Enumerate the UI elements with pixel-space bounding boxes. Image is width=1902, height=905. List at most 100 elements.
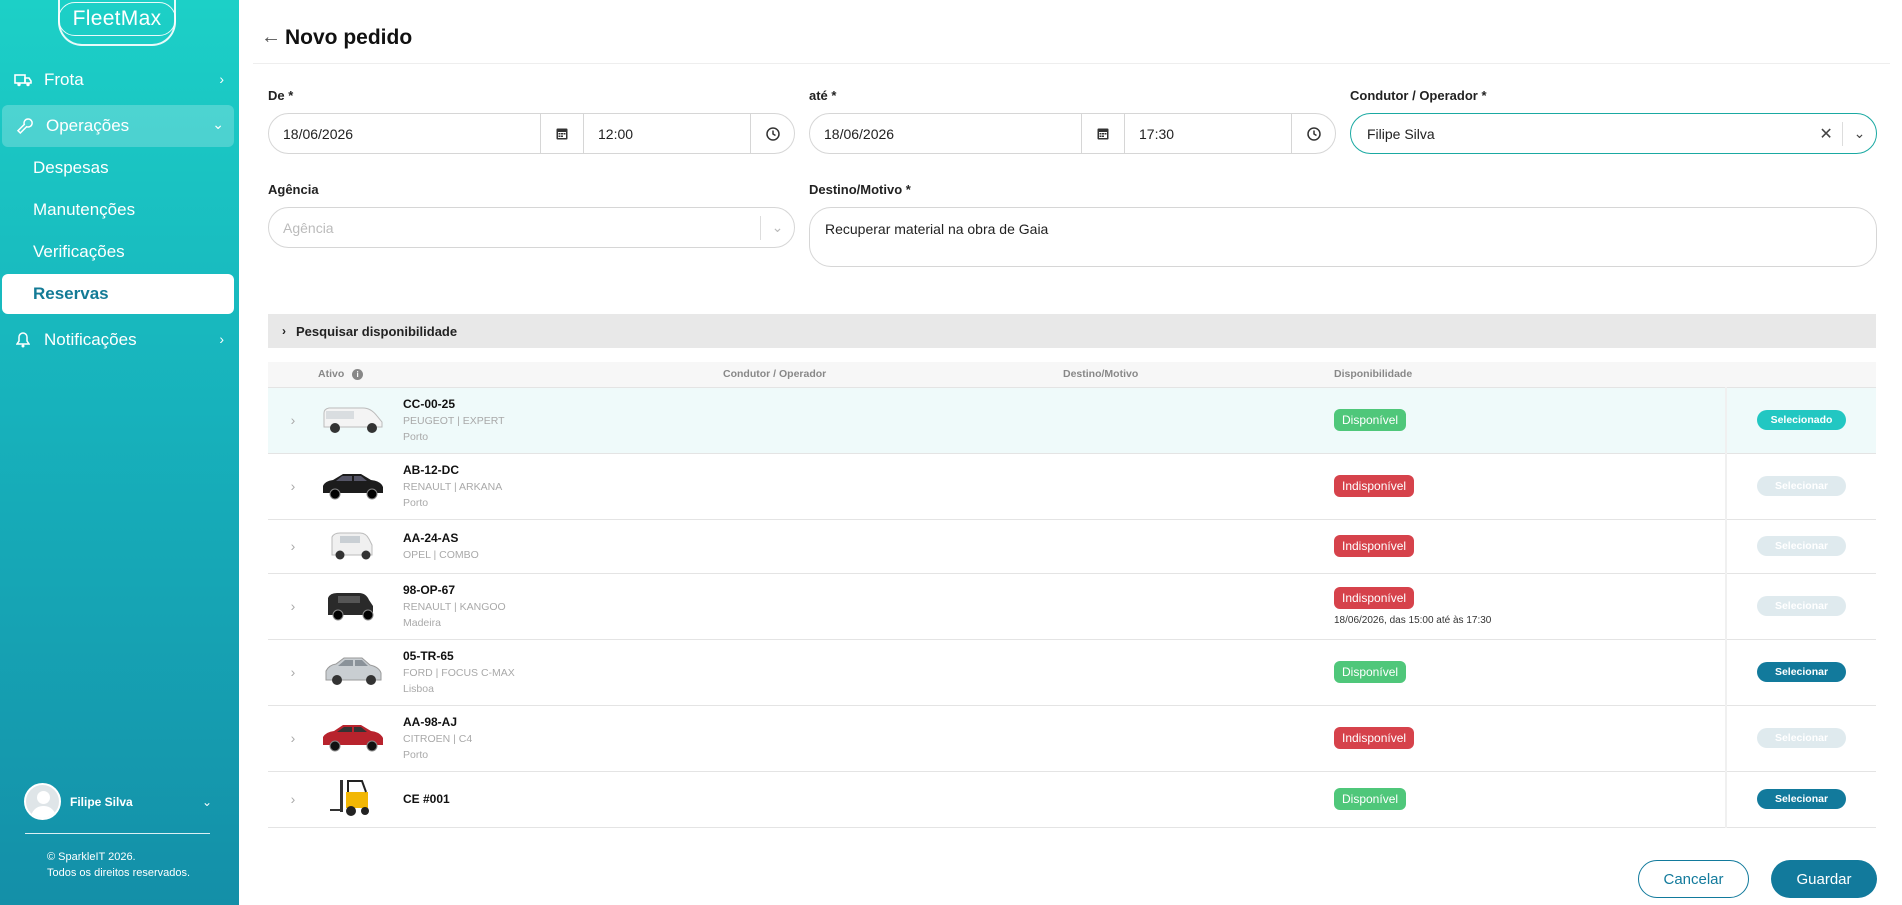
table-header-row: Ativo i Condutor / Operador Destino/Moti… [268,362,1876,387]
chevron-right-icon[interactable]: › [268,572,318,639]
availability-cell: Indisponível [1334,704,1726,771]
calendar-icon[interactable] [540,114,584,153]
save-button[interactable]: Guardar [1771,860,1877,898]
nav-frota[interactable]: Frota › [0,59,234,101]
table-row[interactable]: › 05-TR-65 FORD | FOCUS C-MAX Lisboa Dis… [268,638,1876,705]
to-datetime-field[interactable]: 18/06/2026 17:30 [809,113,1336,154]
chevron-right-icon[interactable]: › [268,770,318,827]
asset-plate: AA-24-AS [403,531,459,545]
column-header-destination: Destino/Motivo [1063,362,1334,387]
chevron-right-icon[interactable]: › [268,704,318,771]
sidebar-item-reservas[interactable]: Reservas [2,274,234,314]
table-row[interactable]: › 98-OP-67 RENAULT | KANGOO Madeira Indi… [268,572,1876,639]
destination-textarea[interactable]: Recuperar material na obra de Gaia [809,207,1877,267]
to-time-input[interactable]: 17:30 [1125,114,1291,153]
select-button[interactable]: Selecionar [1757,596,1846,616]
truck-icon [14,71,32,89]
clock-icon[interactable] [750,114,794,153]
avatar [24,783,61,820]
chevron-down-icon[interactable]: ⌄ [760,215,794,240]
asset-plate: CE #001 [403,792,450,806]
asset-info: 98-OP-67 RENAULT | KANGOO Madeira [403,572,723,639]
asset-info: AA-24-AS OPEL | COMBO [403,518,723,573]
asset-plate: 05-TR-65 [403,649,454,663]
from-datetime-field[interactable]: 18/06/2026 12:00 [268,113,795,154]
destination-value: Recuperar material na obra de Gaia [825,221,1049,237]
page-title: Novo pedido [285,26,413,49]
asset-model: PEUGEOT | EXPERT [403,415,505,427]
availability-cell: Indisponível [1334,452,1726,519]
nav-label: Frota [44,70,84,89]
vehicle-image [318,518,403,573]
user-name: Filipe Silva [70,794,133,809]
calendar-icon[interactable] [1081,114,1125,153]
select-button[interactable]: Selecionar [1757,662,1846,682]
clock-icon[interactable] [1291,114,1335,153]
status-badge: Indisponível [1334,727,1415,749]
asset-model: RENAULT | ARKANA [403,481,503,493]
driver-select[interactable]: Filipe Silva ✕ ⌄ [1350,113,1877,154]
from-time-input[interactable]: 12:00 [584,114,750,153]
chevron-down-icon[interactable]: ⌄ [1842,121,1876,146]
table-row[interactable]: › CC-00-25 PEUGEOT | EXPERT Porto Dispon… [268,386,1876,453]
cancel-button[interactable]: Cancelar [1638,860,1749,898]
forklift-image [318,770,403,827]
availability-cell: Disponível [1334,770,1726,827]
select-button[interactable]: Selecionado [1757,410,1846,430]
search-availability-toggle[interactable]: › Pesquisar disponibilidade [268,314,1876,348]
to-date-input[interactable]: 18/06/2026 [810,114,1081,153]
bell-icon [14,331,32,349]
chevron-right-icon: › [219,71,224,87]
arrow-left-icon[interactable]: ← [261,26,281,49]
asset-model: OPEL | COMBO [403,549,479,561]
table-row[interactable]: › AA-24-AS OPEL | COMBO Indisponível Sel… [268,518,1876,573]
table-row[interactable]: › AB-12-DC RENAULT | ARKANA Porto Indisp… [268,452,1876,519]
agency-select[interactable]: Agência ⌄ [268,207,795,248]
asset-location: Madeira [403,617,441,629]
page-header: ← Novo pedido [253,12,1890,64]
select-button[interactable]: Selecionar [1757,476,1846,496]
nav-operacoes[interactable]: Operações ⌄ [2,105,234,147]
asset-info: AA-98-AJ CITROEN | C4 Porto [403,704,723,771]
asset-plate: 98-OP-67 [403,583,456,597]
asset-info: AB-12-DC RENAULT | ARKANA Porto [403,452,723,519]
sidebar: FleetMax Frota › Operações ⌄ Despesas Ma… [0,0,239,905]
table-row[interactable]: › AA-98-AJ CITROEN | C4 Porto Indisponív… [268,704,1876,771]
select-button[interactable]: Selecionar [1757,728,1846,748]
user-menu[interactable]: Filipe Silva ⌄ [24,783,212,820]
asset-plate: AA-98-AJ [403,715,458,729]
clear-icon[interactable]: ✕ [1810,124,1842,144]
sidebar-item-despesas[interactable]: Despesas [33,158,109,178]
divider [25,833,210,834]
chevron-right-icon[interactable]: › [268,452,318,519]
logo[interactable]: FleetMax [57,0,177,46]
asset-plate: AB-12-DC [403,463,460,477]
destination-label: Destino/Motivo * [809,182,911,197]
info-icon[interactable]: i [352,369,364,381]
driver-label: Condutor / Operador * [1350,88,1487,103]
to-label: até * [809,88,837,103]
nav-notificacoes[interactable]: Notificações › [0,319,234,361]
status-badge: Disponível [1334,788,1407,810]
table-row[interactable]: › CE #001 Disponível Selecionar [268,770,1876,827]
from-date-input[interactable]: 18/06/2026 [269,114,540,153]
chevron-right-icon[interactable]: › [268,386,318,453]
copyright: © SparkleIT 2026. Todos os direitos rese… [47,849,190,881]
agency-label: Agência [268,182,319,197]
availability-cell: Indisponível [1334,518,1726,573]
status-badge: Indisponível [1334,535,1415,557]
chevron-right-icon[interactable]: › [268,518,318,573]
sidebar-item-manutencoes[interactable]: Manutenções [33,200,135,220]
chevron-right-icon: › [282,324,286,338]
asset-model: CITROEN | C4 [403,733,473,745]
column-header-asset: Ativo [318,368,345,381]
select-button[interactable]: Selecionar [1757,789,1846,809]
availability-cell: Disponível [1334,638,1726,705]
chevron-right-icon: › [219,331,224,347]
chevron-right-icon[interactable]: › [268,638,318,705]
asset-model: RENAULT | KANGOO [403,601,506,613]
status-badge: Disponível [1334,661,1407,683]
sidebar-item-verificacoes[interactable]: Verificações [33,242,125,262]
select-button[interactable]: Selecionar [1757,536,1846,556]
status-badge: Indisponível [1334,586,1415,609]
